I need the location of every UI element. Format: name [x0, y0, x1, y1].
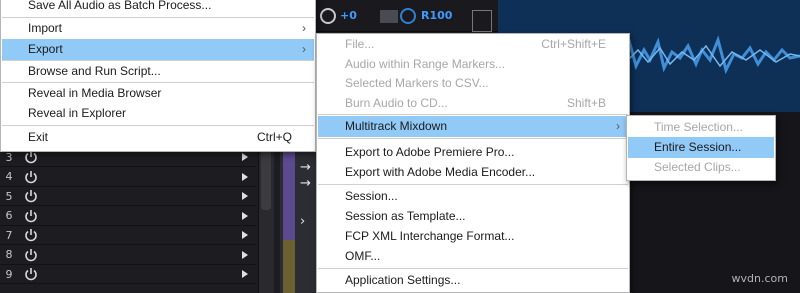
menu-item-omf[interactable]: OMF...: [318, 246, 628, 267]
volume-knob[interactable]: [320, 8, 336, 24]
track-number: 7: [5, 228, 13, 242]
power-icon[interactable]: [24, 170, 38, 184]
chevron-right-icon[interactable]: ›: [300, 214, 305, 229]
power-icon[interactable]: [24, 209, 38, 223]
meter-box: [472, 10, 492, 32]
menu-item-fcp-xml[interactable]: FCP XML Interchange Format...: [318, 226, 628, 247]
record-level-knob[interactable]: [400, 8, 416, 24]
track-row[interactable]: 7: [0, 226, 256, 245]
file-menu: Save All Audio as Batch Process... Impor…: [0, 0, 316, 152]
arrow-right-icon[interactable]: →: [300, 160, 311, 175]
menu-separator: [318, 268, 628, 269]
track-row[interactable]: 8: [0, 246, 256, 265]
power-icon[interactable]: [24, 267, 38, 281]
menu-separator: [318, 138, 628, 139]
track-number: 9: [5, 267, 13, 281]
chevron-right-icon: ›: [302, 21, 306, 35]
track-number: 6: [5, 209, 13, 222]
menu-item-exit[interactable]: Exit Ctrl+Q: [2, 127, 314, 148]
menu-item-export-media-encoder[interactable]: Export with Adobe Media Encoder...: [318, 162, 628, 183]
menu-item-browse-run-script[interactable]: Browse and Run Script...: [2, 61, 314, 82]
record-level-value: R100: [421, 9, 453, 22]
chevron-right-icon: ›: [616, 119, 620, 133]
power-icon[interactable]: [24, 150, 38, 164]
menu-item-entire-session[interactable]: Entire Session...: [628, 137, 774, 158]
menu-item-session[interactable]: Session...: [318, 186, 628, 207]
power-icon[interactable]: [24, 189, 38, 203]
waveform-clip: [610, 35, 800, 75]
menu-item-save-all-batch[interactable]: Save All Audio as Batch Process...: [2, 0, 314, 16]
chevron-right-icon: ›: [302, 42, 306, 56]
menu-item-markers-csv[interactable]: Selected Markers to CSV...: [318, 73, 628, 94]
track-number: 5: [5, 189, 13, 203]
track-number: 8: [5, 248, 13, 261]
track-color-olive: [283, 240, 295, 293]
menu-item-reveal-media-browser[interactable]: Reveal in Media Browser: [2, 83, 314, 104]
menu-item-export-premiere[interactable]: Export to Adobe Premiere Pro...: [318, 142, 628, 163]
track-row[interactable]: 5: [0, 187, 256, 206]
multitrack-mixdown-submenu: Time Selection... Entire Session... Sele…: [626, 115, 776, 181]
play-arrow-icon[interactable]: [242, 231, 248, 239]
menu-separator: [318, 184, 628, 185]
track-number: 3: [5, 150, 13, 164]
volume-value: +0: [340, 9, 357, 22]
menu-item-selected-clips[interactable]: Selected Clips...: [628, 157, 774, 178]
play-arrow-icon[interactable]: [242, 192, 248, 200]
menu-item-reveal-explorer[interactable]: Reveal in Explorer: [2, 103, 314, 124]
menu-item-import[interactable]: Import ›: [2, 18, 314, 39]
play-arrow-icon[interactable]: [242, 153, 248, 161]
menu-item-session-template[interactable]: Session as Template...: [318, 206, 628, 227]
menu-item-multitrack-mixdown[interactable]: Multitrack Mixdown ›: [318, 116, 628, 137]
menu-item-burn-cd[interactable]: Burn Audio to CD... Shift+B: [318, 93, 628, 114]
power-icon[interactable]: [24, 228, 38, 242]
menu-item-audio-range-markers[interactable]: Audio within Range Markers...: [318, 54, 628, 75]
menu-item-export[interactable]: Export ›: [2, 39, 314, 60]
menu-item-export-file[interactable]: File... Ctrl+Shift+E: [318, 34, 628, 55]
arrow-right-icon[interactable]: →: [300, 176, 311, 191]
play-arrow-icon[interactable]: [242, 270, 248, 278]
menu-item-time-selection[interactable]: Time Selection...: [628, 117, 774, 138]
track-row[interactable]: 6: [0, 207, 256, 226]
export-submenu: File... Ctrl+Shift+E Audio within Range …: [316, 33, 630, 293]
power-icon[interactable]: [24, 248, 38, 262]
mute-toggle[interactable]: [380, 10, 398, 23]
menu-separator: [318, 114, 628, 115]
play-arrow-icon[interactable]: [242, 172, 248, 181]
track-number: 4: [5, 170, 13, 183]
menu-separator: [2, 125, 314, 126]
track-row[interactable]: 4: [0, 168, 256, 187]
track-scroll-thumb[interactable]: [261, 150, 271, 210]
track-row[interactable]: 9: [0, 265, 256, 284]
track-color-purple: [283, 140, 295, 240]
menu-item-application-settings[interactable]: Application Settings...: [318, 270, 628, 291]
play-arrow-icon[interactable]: [242, 250, 248, 259]
watermark: wvdn.com: [731, 272, 788, 285]
play-arrow-icon[interactable]: [242, 211, 248, 220]
